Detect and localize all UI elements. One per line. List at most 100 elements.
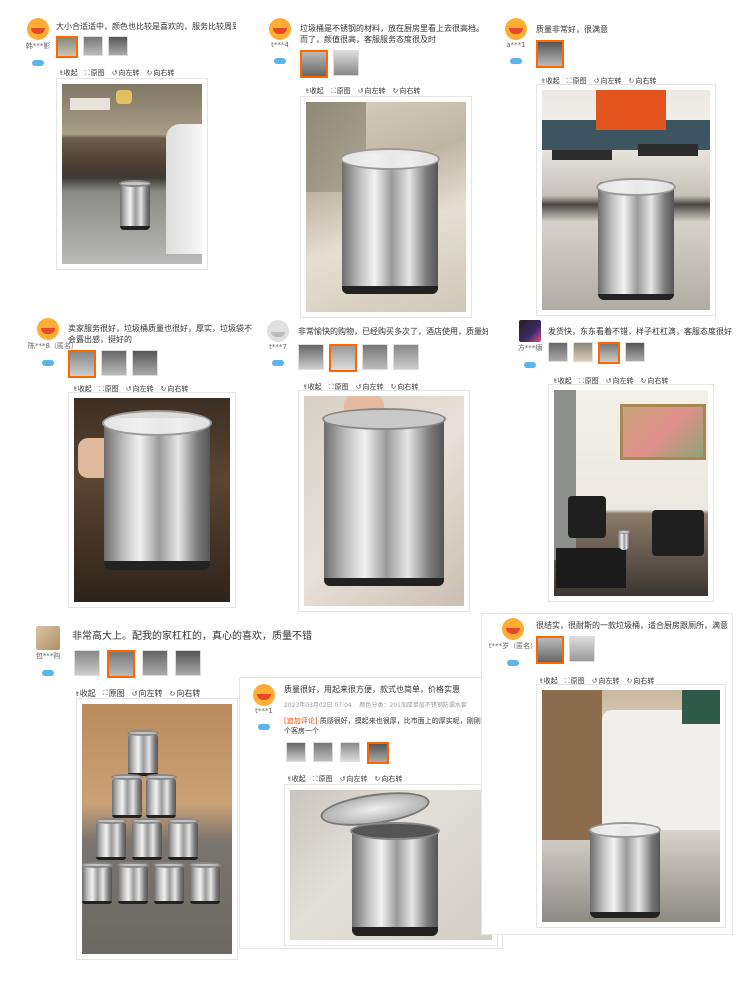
thumbnail-strip bbox=[548, 342, 645, 364]
review-card: a***1 质量非常好，很满意 ŧ 收起 ⛶ 原图 ↺ 向左转 ↻ 向右转 bbox=[496, 18, 732, 318]
rotate-right-button[interactable]: ↻ 向右转 bbox=[147, 68, 175, 78]
review-photo[interactable] bbox=[306, 102, 466, 312]
thumbnail[interactable] bbox=[132, 350, 158, 376]
review-photo[interactable] bbox=[290, 790, 492, 940]
trash-bin-image bbox=[321, 408, 447, 586]
thumbnail[interactable] bbox=[298, 344, 324, 370]
image-toolbar: ŧ 收起 ⛶ 原图 ↺ 向左转 ↻ 向右转 bbox=[60, 68, 174, 78]
trash-bin-image bbox=[189, 862, 221, 904]
thumbnail[interactable] bbox=[68, 350, 96, 378]
reviewer-info: t***1 bbox=[244, 684, 284, 734]
collapse-button[interactable]: ŧ 收起 bbox=[60, 68, 78, 78]
collapse-icon: ŧ bbox=[60, 69, 63, 77]
thumbnail-strip bbox=[56, 36, 128, 58]
collapse-label: 收起 bbox=[291, 775, 306, 783]
review-photo[interactable] bbox=[542, 690, 720, 922]
vip-badge-icon bbox=[258, 724, 270, 730]
rotate-left-button[interactable]: ↺ 向左转 bbox=[358, 86, 386, 96]
rotate-left-button[interactable]: ↺ 向左转 bbox=[340, 774, 368, 784]
thumbnail[interactable] bbox=[56, 36, 78, 58]
image-toolbar: ŧ 收起 ⛶ 原图 ↺ 向左转 ↻ 向右转 bbox=[288, 774, 402, 784]
review-text: 质量非常好，很满意 bbox=[536, 25, 608, 34]
vip-badge-icon bbox=[32, 60, 44, 66]
review-text: 很结实，很耐斯的一款垃圾桶，适合厨房跟厕所，满意 bbox=[536, 621, 728, 630]
rotate-left-button[interactable]: ↺ 向左转 bbox=[112, 68, 140, 78]
trash-bin-image bbox=[117, 862, 149, 904]
thumbnail[interactable] bbox=[313, 742, 333, 762]
thumbnail[interactable] bbox=[362, 344, 388, 370]
original-image-button[interactable]: ⛶ 原图 bbox=[85, 68, 105, 78]
thumbnail[interactable] bbox=[598, 342, 620, 364]
avatar[interactable] bbox=[502, 618, 524, 640]
thumbnail[interactable] bbox=[569, 636, 595, 662]
avatar[interactable] bbox=[37, 318, 59, 340]
append-review: [追加评论] 质感很好，摸起来也很厚，比市面上的厚实呢，刚刚好摆个客房一个 bbox=[284, 716, 498, 736]
thumbnail[interactable] bbox=[83, 36, 103, 56]
thumbnail[interactable] bbox=[333, 50, 359, 76]
original-image-button[interactable]: ⛶ 原图 bbox=[331, 86, 351, 96]
review-photo[interactable] bbox=[304, 396, 464, 606]
vip-badge-icon bbox=[507, 660, 519, 666]
vip-badge-icon bbox=[42, 360, 54, 366]
vip-badge-icon bbox=[274, 58, 286, 64]
review-photo[interactable] bbox=[62, 84, 202, 264]
expand-icon: ⛶ bbox=[312, 774, 318, 783]
thumbnail[interactable] bbox=[108, 36, 128, 56]
collapse-icon: ŧ bbox=[306, 87, 309, 95]
vip-badge-icon bbox=[524, 362, 536, 368]
thumbnail[interactable] bbox=[367, 742, 389, 764]
review-card: t***7 非常愉快的购物，已经购买多次了，酒店使用，质量好，产 ŧ 收起 ⛶ 原图… bbox=[258, 320, 490, 612]
rotate-right-button[interactable]: ↻ 向右转 bbox=[375, 774, 403, 784]
review-photo[interactable] bbox=[82, 704, 232, 954]
rotate-right-icon: ↻ bbox=[169, 689, 176, 698]
username: t***4 bbox=[271, 41, 289, 49]
original-image-button[interactable]: ⛶ 原图 bbox=[313, 774, 333, 784]
reviewer-info: 方***缅 bbox=[510, 320, 550, 372]
avatar[interactable] bbox=[267, 320, 289, 342]
original-label: 原图 bbox=[90, 69, 105, 77]
avatar[interactable] bbox=[519, 320, 541, 342]
review-photo-frame bbox=[56, 78, 208, 270]
review-photo[interactable] bbox=[542, 90, 710, 310]
thumbnail[interactable] bbox=[573, 342, 593, 362]
trash-bin-image bbox=[167, 818, 199, 860]
review-photo-frame bbox=[536, 84, 716, 316]
collapse-button[interactable]: ŧ 收起 bbox=[288, 774, 306, 784]
thumbnail[interactable] bbox=[74, 650, 100, 676]
collapse-label: 收起 bbox=[309, 87, 324, 95]
rotate-left-label: 向左转 bbox=[364, 87, 386, 95]
avatar[interactable] bbox=[505, 18, 527, 40]
review-photo[interactable] bbox=[554, 390, 708, 596]
reviewer-info: t***4 bbox=[260, 18, 300, 68]
thumbnail-strip bbox=[536, 40, 564, 68]
thumbnail[interactable] bbox=[142, 650, 168, 676]
thumbnail[interactable] bbox=[393, 344, 419, 370]
review-photo[interactable] bbox=[74, 398, 230, 602]
thumbnail[interactable] bbox=[300, 50, 328, 78]
rotate-left-icon: ↺ bbox=[339, 775, 346, 783]
thumbnail[interactable] bbox=[107, 650, 135, 678]
avatar[interactable] bbox=[27, 18, 49, 40]
avatar[interactable] bbox=[253, 684, 275, 706]
thumbnail[interactable] bbox=[101, 350, 127, 376]
thumbnail[interactable] bbox=[536, 40, 564, 68]
review-card: t***4 垃圾桶是不锈钢的材料，放在厨房里看上去很高档。而了，颜值很高，客服服… bbox=[260, 18, 492, 318]
review-text: 垃圾桶是不锈钢的材料，放在厨房里看上去很高档。而了，颜值很高，客服服务态度很及时 bbox=[300, 24, 484, 44]
thumbnail[interactable] bbox=[536, 636, 564, 664]
append-tag: [追加评论] bbox=[284, 717, 318, 725]
avatar[interactable] bbox=[269, 18, 291, 40]
thumbnail[interactable] bbox=[329, 344, 357, 372]
thumbnail[interactable] bbox=[625, 342, 645, 362]
rotate-right-button[interactable]: ↻ 向右转 bbox=[393, 86, 421, 96]
trash-bin-image bbox=[588, 822, 662, 918]
trash-bin-image bbox=[145, 774, 177, 818]
review-variant: 颜色分类：201加厚单层不锈钢防漏水套 bbox=[359, 702, 467, 709]
review-photo-frame bbox=[298, 390, 470, 612]
thumbnail[interactable] bbox=[340, 742, 360, 762]
rotate-right-icon: ↻ bbox=[374, 775, 381, 783]
thumbnail[interactable] bbox=[175, 650, 201, 676]
collapse-button[interactable]: ŧ 收起 bbox=[306, 86, 324, 96]
avatar[interactable] bbox=[36, 626, 60, 650]
thumbnail[interactable] bbox=[548, 342, 568, 362]
thumbnail[interactable] bbox=[286, 742, 306, 762]
